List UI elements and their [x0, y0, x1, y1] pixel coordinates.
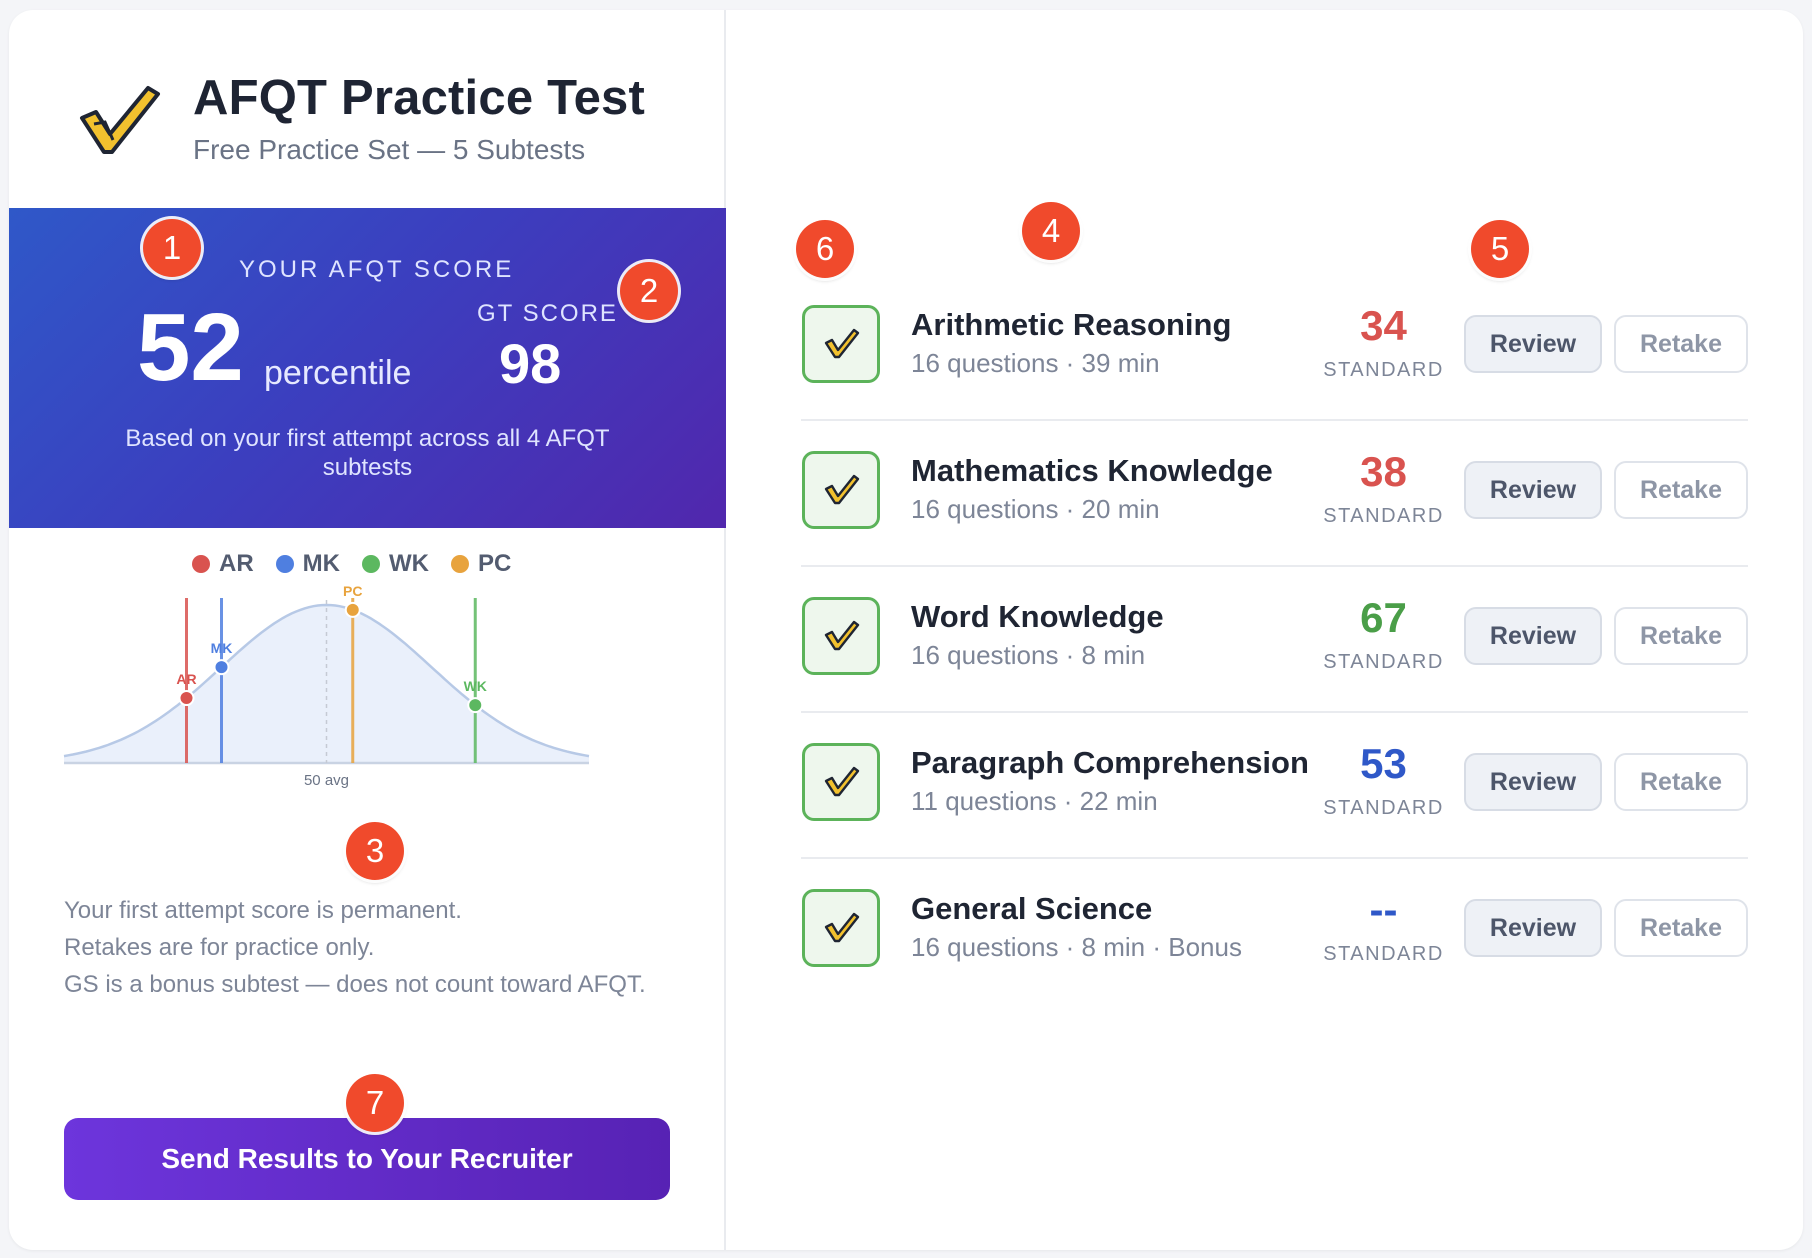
- score-marker-label: PC: [343, 583, 362, 599]
- retake-button[interactable]: Retake: [1614, 899, 1748, 957]
- legend-dot: [362, 555, 380, 573]
- completed-check-badge: [802, 889, 880, 967]
- retake-button[interactable]: Retake: [1614, 607, 1748, 665]
- checkmark-icon: [824, 620, 860, 651]
- standard-label: STANDARD: [1323, 505, 1444, 527]
- page-header: AFQT Practice Test Free Practice Set — 5…: [9, 10, 726, 208]
- score-marker-dot: [213, 659, 230, 676]
- standard-label: STANDARD: [1323, 651, 1444, 673]
- subtest-row: Mathematics Knowledge 16 questions · 20 m…: [801, 421, 1748, 567]
- legend-item: WK: [362, 550, 429, 578]
- note-gs-bonus: GS is a bonus subtest — does not count t…: [64, 971, 646, 998]
- subtest-title: Word Knowledge: [911, 599, 1164, 634]
- score-marker-dot: [344, 601, 361, 618]
- standard-score: 53: [1360, 740, 1407, 787]
- page-title: AFQT Practice Test: [193, 71, 645, 125]
- legend-dot: [450, 555, 469, 573]
- note-retakes: Retakes are for practice only.: [64, 934, 375, 961]
- afqt-score-unit: percentile: [264, 354, 412, 392]
- score-marker-dot: [178, 690, 195, 707]
- subtest-title: Arithmetic Reasoning: [911, 307, 1232, 342]
- checkmark-icon: [824, 766, 860, 797]
- standard-score: 67: [1360, 594, 1407, 641]
- distribution-plot: 50 avg AR MK PC WK: [63, 583, 590, 789]
- checkmark-icon: [824, 328, 860, 359]
- score-notes: Your first attempt score is permanent. R…: [64, 896, 664, 1007]
- legend-label: AR: [219, 550, 254, 577]
- review-button[interactable]: Review: [1464, 315, 1602, 373]
- annotation-marker: 2: [620, 262, 678, 320]
- subtest-meta: 16 questions · 8 min · Bonus: [911, 932, 1242, 962]
- retake-button[interactable]: Retake: [1614, 315, 1748, 373]
- annotation-marker: 5: [1471, 220, 1529, 278]
- summary-panel: AFQT Practice Test Free Practice Set — 5…: [9, 10, 726, 1250]
- score-note: Based on your first attempt across all 4…: [125, 425, 610, 481]
- subtest-row: Word Knowledge 16 questions · 8 min 67 STAN…: [801, 567, 1748, 713]
- subtest-row: Arithmetic Reasoning 16 questions · 39 mi…: [801, 275, 1748, 421]
- review-button[interactable]: Review: [1464, 753, 1602, 811]
- checkmark-icon: [80, 86, 160, 154]
- gt-score-value: 98: [499, 332, 562, 395]
- review-button[interactable]: Review: [1464, 899, 1602, 957]
- subtest-title: Paragraph Comprehension: [911, 745, 1309, 780]
- average-label: 50 avg: [304, 772, 349, 789]
- subtest-title: Mathematics Knowledge: [911, 453, 1273, 488]
- subtest-row: General Science 16 questions · 8 min · Bo…: [801, 859, 1748, 1005]
- review-button[interactable]: Review: [1464, 461, 1602, 519]
- standard-score: 34: [1360, 302, 1407, 349]
- score-marker-dot: [467, 697, 484, 714]
- subtest-title: General Science: [911, 891, 1153, 926]
- subtest-row: Paragraph Comprehension 11 questions · 22…: [801, 713, 1748, 859]
- legend-label: MK: [302, 550, 340, 577]
- subtest-meta: 16 questions · 8 min: [911, 640, 1146, 670]
- subtest-meta: 16 questions · 20 min: [911, 494, 1160, 524]
- page-subtitle: Free Practice Set — 5 Subtests: [193, 134, 586, 165]
- retake-button[interactable]: Retake: [1614, 753, 1748, 811]
- legend-dot: [192, 555, 210, 573]
- completed-check-badge: [802, 597, 880, 675]
- gt-score-label: GT SCORE: [477, 300, 618, 327]
- annotation-marker: 4: [1022, 202, 1080, 260]
- checkmark-icon: [824, 912, 860, 943]
- annotation-marker: 6: [796, 220, 854, 278]
- standard-score: 38: [1360, 448, 1407, 495]
- note-permanent: Your first attempt score is permanent.: [64, 897, 462, 924]
- score-marker-label: AR: [176, 671, 196, 687]
- retake-button[interactable]: Retake: [1614, 461, 1748, 519]
- subtests-panel: Arithmetic Reasoning 16 questions · 39 mi…: [726, 10, 1803, 1250]
- chart-legend: AR MK WK PC: [192, 550, 511, 578]
- annotation-marker: 1: [143, 219, 201, 277]
- annotation-marker: 3: [346, 822, 404, 880]
- subtest-meta: 11 questions · 22 min: [911, 786, 1158, 816]
- afqt-score-value: 52: [137, 294, 244, 401]
- completed-check-badge: [802, 743, 880, 821]
- afqt-score-panel: YOUR AFQT SCORE 52 percentile GT SCORE 9…: [9, 208, 726, 528]
- completed-check-badge: [802, 451, 880, 529]
- standard-label: STANDARD: [1323, 943, 1444, 965]
- annotation-marker: 7: [346, 1074, 404, 1132]
- checkmark-icon: [824, 474, 860, 505]
- standard-score: --: [1369, 886, 1398, 933]
- score-marker-label: WK: [464, 678, 487, 694]
- standard-label: STANDARD: [1323, 359, 1444, 381]
- legend-label: PC: [477, 550, 512, 577]
- subtest-meta: 16 questions · 39 min: [911, 348, 1160, 378]
- review-button[interactable]: Review: [1464, 607, 1602, 665]
- afqt-score-label: YOUR AFQT SCORE: [239, 256, 515, 283]
- distribution-chart: AR MK WK PC 50 avg AR MK PC WK: [63, 550, 684, 830]
- legend-item: PC: [450, 550, 512, 578]
- standard-label: STANDARD: [1323, 797, 1444, 819]
- legend-label: WK: [389, 550, 429, 577]
- legend-item: AR: [192, 550, 254, 578]
- legend-dot: [275, 555, 294, 573]
- legend-item: MK: [275, 550, 340, 578]
- completed-check-badge: [802, 305, 880, 383]
- results-card: AFQT Practice Test Free Practice Set — 5…: [9, 10, 1803, 1250]
- score-marker-label: MK: [211, 640, 233, 656]
